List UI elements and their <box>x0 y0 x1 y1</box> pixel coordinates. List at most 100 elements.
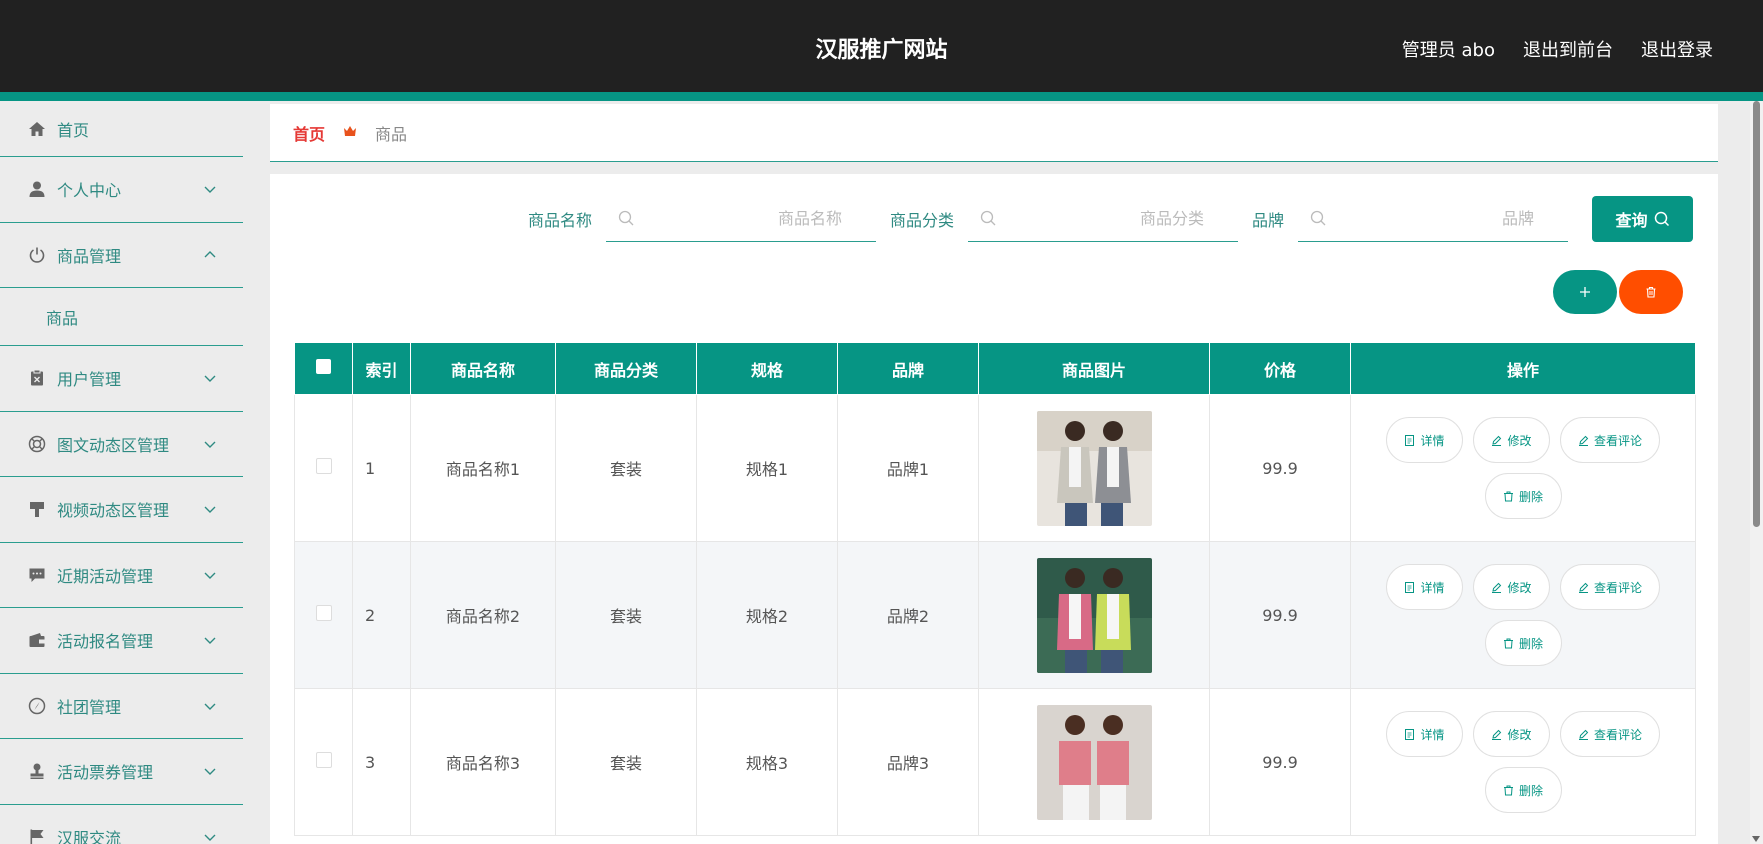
delete-button[interactable]: 删除 <box>1484 620 1562 666</box>
sidebar-item-label: 图文动态区管理 <box>57 435 170 455</box>
row-select-cell <box>294 394 353 542</box>
cell-spec: 规格2 <box>696 541 838 689</box>
trash-icon <box>1503 638 1513 648</box>
sidebar-item-ticket-management[interactable]: 活动票券管理 <box>0 739 243 805</box>
column-header: 索引 <box>352 342 411 395</box>
detail-button[interactable]: 详情 <box>1386 711 1463 757</box>
sidebar-item-label: 社团管理 <box>57 697 122 717</box>
column-header: 商品图片 <box>978 342 1210 395</box>
compass-icon <box>27 696 47 716</box>
detail-button[interactable]: 详情 <box>1386 564 1463 610</box>
cell-spec: 规格3 <box>696 688 838 836</box>
edit-button[interactable]: 修改 <box>1473 564 1550 610</box>
chat-icon <box>27 565 47 585</box>
add-button[interactable] <box>1553 270 1617 314</box>
sidebar-item-label: 个人中心 <box>57 181 122 201</box>
sidebar-item-user-management[interactable]: 用户管理 <box>0 346 243 412</box>
row-select-cell <box>294 688 353 836</box>
sidebar-item-registration-management[interactable]: 活动报名管理 <box>0 608 243 674</box>
chevron-down-icon <box>204 186 216 194</box>
cell-name: 商品名称1 <box>410 394 556 542</box>
chevron-down-icon <box>204 441 216 448</box>
document-icon <box>1405 728 1415 740</box>
select-all-checkbox[interactable] <box>316 359 331 374</box>
sidebar-subitem-goods[interactable]: 商品 <box>0 288 243 346</box>
sidebar-item-home[interactable]: 首页 <box>0 101 243 157</box>
cell-price: 99.9 <box>1209 394 1351 542</box>
product-image <box>1036 704 1152 820</box>
search-brand-input[interactable] <box>1298 196 1568 241</box>
detail-button-label: 详情 <box>1420 727 1445 742</box>
sidebar-item-club-management[interactable]: 社团管理 <box>0 674 243 739</box>
edit-button[interactable]: 修改 <box>1473 711 1550 757</box>
trash-icon <box>1503 785 1513 795</box>
view-comments-button[interactable]: 查看评论 <box>1560 417 1660 463</box>
cell-actions: 详情 修改 查看评论 删除 <box>1350 688 1696 836</box>
column-header: 价格 <box>1209 342 1351 395</box>
page-scrollbar[interactable] <box>1750 101 1763 844</box>
query-button-label: 查询 <box>1615 211 1648 230</box>
edit-button-label: 修改 <box>1507 580 1532 595</box>
scroll-down-arrow-icon[interactable] <box>1752 836 1760 842</box>
search-category-input[interactable] <box>967 196 1238 241</box>
cell-actions: 详情 修改 查看评论 删除 <box>1350 394 1696 542</box>
chevron-down-icon <box>204 572 216 579</box>
flag-icon <box>27 827 47 844</box>
exit-to-front-link[interactable]: 退出到前台 <box>1523 36 1613 62</box>
pencil-icon <box>1578 729 1589 740</box>
detail-button[interactable]: 详情 <box>1386 417 1463 463</box>
cell-image <box>978 394 1210 542</box>
row-checkbox[interactable] <box>315 458 332 474</box>
pencil-icon <box>1578 435 1589 446</box>
query-button[interactable]: 查询 <box>1592 196 1693 242</box>
edit-button-label: 修改 <box>1507 727 1532 742</box>
sidebar-item-label: 活动报名管理 <box>57 632 154 652</box>
sidebar-item-goods-management[interactable]: 商品管理 <box>0 223 243 288</box>
cell-name: 商品名称3 <box>410 688 556 836</box>
search-name-input[interactable] <box>605 196 876 241</box>
table-header-row: 索引 商品名称 商品分类 规格 品牌 商品图片 价格 操作 <box>294 342 1696 395</box>
chevron-down-icon <box>204 506 216 514</box>
logout-link[interactable]: 退出登录 <box>1641 36 1713 62</box>
batch-delete-button[interactable] <box>1619 270 1683 314</box>
view-comments-label: 查看评论 <box>1593 433 1642 448</box>
cell-index: 1 <box>352 394 411 542</box>
pencil-icon <box>1492 435 1502 446</box>
sidebar-item-video-management[interactable]: 视频动态区管理 <box>0 477 243 543</box>
search-brand-label: 品牌 <box>1251 211 1284 230</box>
delete-button[interactable]: 删除 <box>1484 767 1562 813</box>
row-checkbox[interactable] <box>315 752 332 768</box>
delete-button-label: 删除 <box>1518 489 1543 504</box>
delete-button[interactable]: 删除 <box>1484 473 1562 519</box>
sidebar-item-activity-management[interactable]: 近期活动管理 <box>0 543 243 608</box>
edit-button[interactable]: 修改 <box>1473 417 1550 463</box>
sidebar-item-hanfu-exchange[interactable]: 汉服交流 <box>0 805 243 844</box>
view-comments-button[interactable]: 查看评论 <box>1560 564 1660 610</box>
view-comments-button[interactable]: 查看评论 <box>1560 711 1660 757</box>
sidebar-item-label: 活动票券管理 <box>57 763 154 783</box>
select-all-cell <box>294 342 353 395</box>
table-row: 3 商品名称3 套装 规格3 品牌3 99.9 详情 修改 查看评论 删除 <box>294 688 1696 836</box>
edit-button-label: 修改 <box>1507 433 1532 448</box>
sidebar-item-profile[interactable]: 个人中心 <box>0 157 243 223</box>
lifebuoy-icon <box>27 434 47 454</box>
product-image <box>1036 410 1152 526</box>
search-icon <box>1310 210 1326 226</box>
chevron-up-icon <box>204 250 216 258</box>
delete-button-label: 删除 <box>1518 636 1543 651</box>
chevron-down-icon <box>204 637 216 645</box>
trash-icon <box>1503 491 1513 501</box>
pencil-icon <box>1492 729 1502 740</box>
sidebar-item-post-management[interactable]: 图文动态区管理 <box>0 412 243 477</box>
clipboard-icon <box>27 368 47 388</box>
breadcrumb-separator-icon <box>343 124 357 142</box>
detail-button-label: 详情 <box>1420 433 1445 448</box>
cell-image <box>978 541 1210 689</box>
sidebar-item-label: 首页 <box>57 120 90 140</box>
cell-category: 套装 <box>555 541 697 689</box>
row-checkbox[interactable] <box>315 605 332 621</box>
scrollbar-thumb[interactable] <box>1753 101 1760 527</box>
breadcrumb-home-link[interactable]: 首页 <box>293 121 325 145</box>
search-name-field-wrap <box>605 196 876 242</box>
chevron-down-icon <box>204 768 216 776</box>
